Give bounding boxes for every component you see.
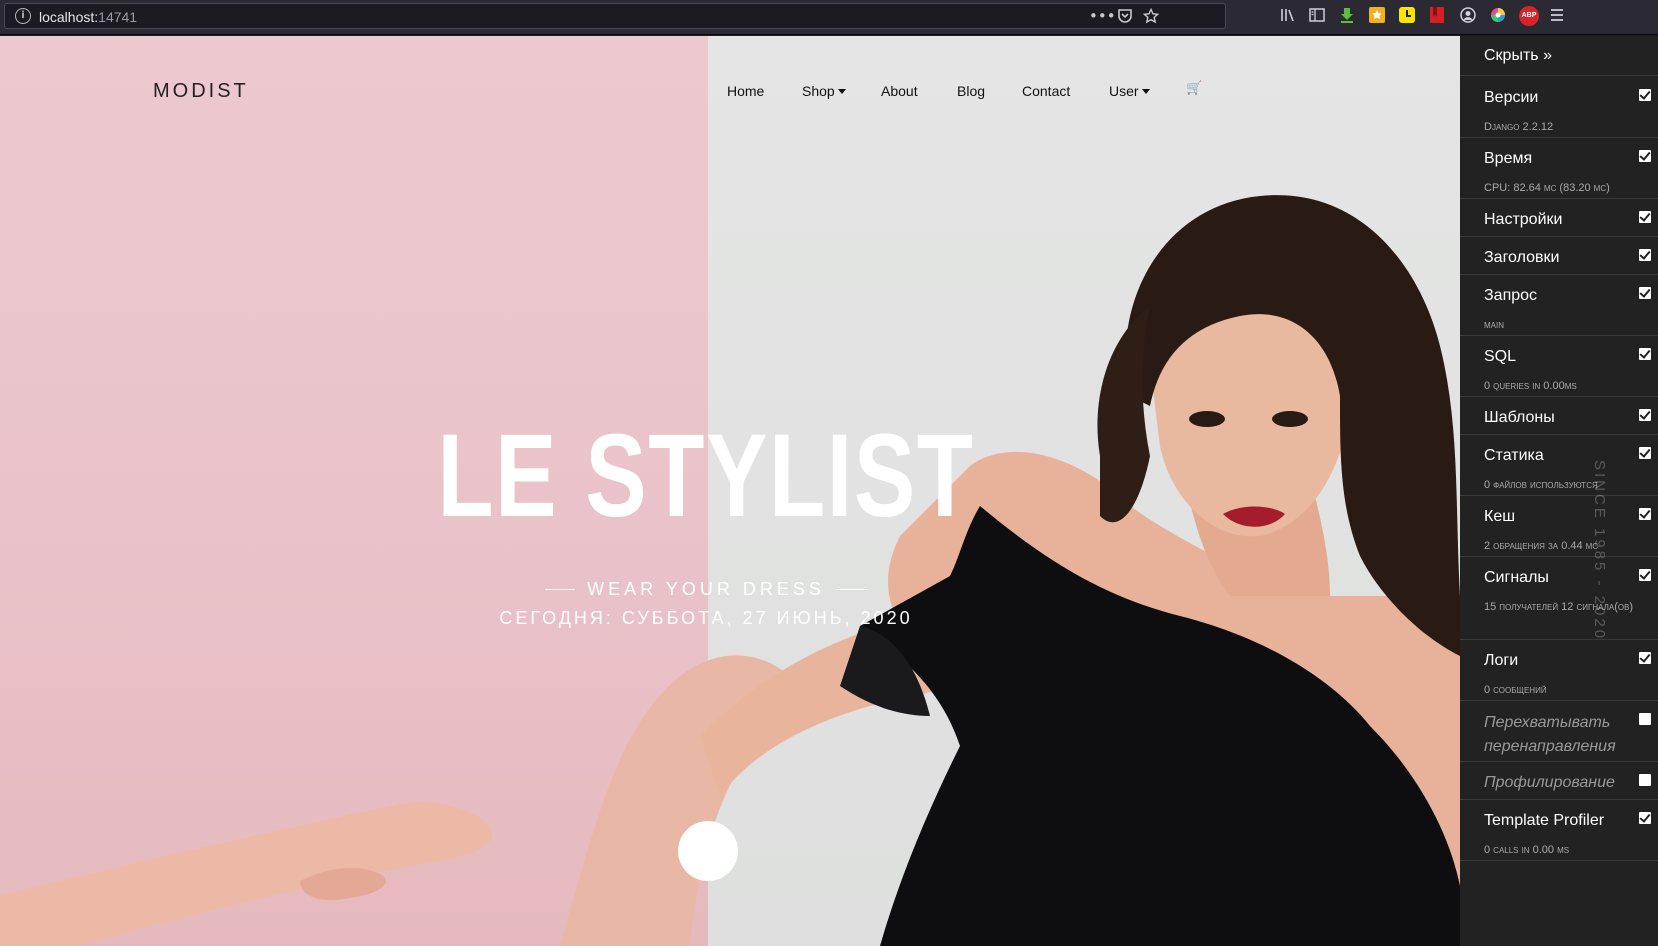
debug-panel-title[interactable]: Логи xyxy=(1484,652,1518,670)
debug-panel[interactable]: Template Profiler 0 calls in 0.00 ms xyxy=(1460,800,1658,861)
debug-panel[interactable]: Заголовки xyxy=(1460,237,1658,275)
debug-panel[interactable]: Кеш 2 обращения за 0.44 мс xyxy=(1460,496,1658,557)
menu-icon[interactable] xyxy=(1548,6,1566,24)
debug-panel-subtitle: main xyxy=(1484,319,1504,331)
sidebar-icon[interactable] xyxy=(1308,6,1326,24)
debug-panel-title[interactable]: Шаблоны xyxy=(1484,409,1555,427)
nav-about[interactable]: About xyxy=(881,83,918,99)
debug-panel[interactable]: Версии Django 2.2.12 xyxy=(1460,77,1658,138)
debug-panel-title[interactable]: Время xyxy=(1484,150,1532,168)
hero-subtitle: WEAR YOUR DRESS xyxy=(0,579,1412,600)
download-icon[interactable] xyxy=(1338,6,1356,24)
debug-panel[interactable]: Настройки xyxy=(1460,199,1658,237)
chevron-down-icon xyxy=(1141,89,1150,94)
library-icon[interactable] xyxy=(1279,6,1297,24)
nav-home[interactable]: Home xyxy=(727,83,764,99)
debug-panel-checkbox[interactable] xyxy=(1639,569,1651,581)
debug-panel-checkbox[interactable] xyxy=(1639,348,1651,360)
url-text[interactable]: localhost:14741 xyxy=(39,9,137,25)
debug-panel[interactable]: SQL 0 queries in 0.00ms xyxy=(1460,336,1658,397)
color-icon[interactable] xyxy=(1489,6,1507,24)
clock-icon[interactable] xyxy=(1398,6,1416,24)
page-actions-ellipsis-icon[interactable]: ••• xyxy=(1089,7,1116,25)
account-icon[interactable] xyxy=(1459,6,1477,24)
debug-panel-title[interactable]: Версии xyxy=(1484,89,1538,107)
debug-panel-checkbox[interactable] xyxy=(1639,249,1651,261)
debug-panel[interactable]: Перехватывать перенаправления xyxy=(1460,701,1658,762)
hero-title: LE STYLIST xyxy=(437,410,975,542)
debug-panel[interactable]: Логи 0 сообщений xyxy=(1460,640,1658,701)
cart-icon[interactable]: 🛒 xyxy=(1186,80,1202,96)
hero-section: MODIST Home Shop About Blog Contact User… xyxy=(0,36,1460,946)
debug-panel-title[interactable]: Запрос xyxy=(1484,287,1537,305)
debug-panel-checkbox[interactable] xyxy=(1639,774,1651,786)
debug-panel-checkbox[interactable] xyxy=(1639,652,1651,664)
debug-panel-checkbox[interactable] xyxy=(1639,89,1651,101)
debug-panel-checkbox[interactable] xyxy=(1639,150,1651,162)
debug-panel[interactable]: Профилирование xyxy=(1460,762,1658,800)
debug-panel-checkbox[interactable] xyxy=(1639,812,1651,824)
debug-panel[interactable]: Шаблоны xyxy=(1460,397,1658,435)
pocket-icon[interactable] xyxy=(1117,8,1133,24)
site-logo[interactable]: MODIST xyxy=(153,80,249,103)
debug-panel-subtitle: 0 сообщений xyxy=(1484,684,1547,696)
debug-panel-checkbox[interactable] xyxy=(1639,508,1651,520)
debug-toolbar: Скрыть » Версии Django 2.2.12 Время CPU: 82… xyxy=(1460,36,1658,946)
debug-panel-title[interactable]: Заголовки xyxy=(1484,249,1559,267)
nav-user[interactable]: User xyxy=(1109,83,1150,99)
debug-panel-subtitle: CPU: 82.64 мс (83.20 мс) xyxy=(1484,182,1610,194)
debug-panel-subtitle: 15 получателей 12 сигнала(ов) xyxy=(1484,601,1634,613)
debug-panel-checkbox[interactable] xyxy=(1639,409,1651,421)
scroll-down-button[interactable] xyxy=(678,821,738,881)
debug-panel-title[interactable]: Профилирование xyxy=(1484,774,1615,792)
debug-panel-title[interactable]: Кеш xyxy=(1484,508,1515,526)
debug-panel-title[interactable]: Перехватывать перенаправления xyxy=(1484,711,1644,759)
nav-shop[interactable]: Shop xyxy=(802,83,846,99)
debug-panel-title[interactable]: Сигналы xyxy=(1484,569,1549,587)
debug-panel-checkbox[interactable] xyxy=(1639,447,1651,459)
debug-panel-title[interactable]: Настройки xyxy=(1484,211,1562,229)
debug-panel-subtitle: 0 queries in 0.00ms xyxy=(1484,380,1577,392)
since-text: SINCE 1985 - 2020 xyxy=(1591,460,1608,642)
browser-toolbar: i localhost:14741 ••• ABP xyxy=(0,0,1658,35)
nav-blog[interactable]: Blog xyxy=(957,83,985,99)
nav-contact[interactable]: Contact xyxy=(1022,83,1070,99)
debug-panel-subtitle: Django 2.2.12 xyxy=(1484,121,1554,133)
debug-panel-subtitle: 0 calls in 0.00 ms xyxy=(1484,844,1570,856)
debug-panel-subtitle: 0 файлов используются xyxy=(1484,479,1598,491)
hero-date: СЕГОДНЯ: СУББОТА, 27 ИЮНЬ, 2020 xyxy=(499,608,913,628)
debug-panel[interactable]: Статика 0 файлов используются xyxy=(1460,435,1658,496)
debug-panel-subtitle: 2 обращения за 0.44 мс xyxy=(1484,540,1599,552)
debug-panel[interactable]: Время CPU: 82.64 мс (83.20 мс) xyxy=(1460,138,1658,199)
star-icon[interactable] xyxy=(1143,8,1159,24)
debug-panel-title[interactable]: SQL xyxy=(1484,348,1516,366)
debug-panel-title[interactable]: Template Profiler xyxy=(1484,812,1604,830)
debug-panel-checkbox[interactable] xyxy=(1639,287,1651,299)
debug-panel[interactable]: Сигналы 15 получателей 12 сигнала(ов) xyxy=(1460,557,1658,640)
divider xyxy=(545,589,576,590)
address-bar[interactable]: i localhost:14741 ••• xyxy=(4,3,1226,29)
debug-panel-checkbox[interactable] xyxy=(1639,211,1651,223)
bookmark-icon[interactable] xyxy=(1428,6,1446,24)
extension-icon[interactable] xyxy=(1368,6,1386,24)
abp-icon[interactable]: ABP xyxy=(1519,6,1539,26)
debug-panel[interactable]: Запрос main xyxy=(1460,275,1658,336)
debug-panel-title[interactable]: Статика xyxy=(1484,447,1544,465)
chevron-down-icon xyxy=(837,89,846,94)
debug-panel-checkbox[interactable] xyxy=(1639,713,1651,725)
debug-toolbar-hide-button[interactable]: Скрыть » xyxy=(1460,36,1658,76)
site-info-icon[interactable]: i xyxy=(15,8,31,24)
divider xyxy=(836,589,867,590)
